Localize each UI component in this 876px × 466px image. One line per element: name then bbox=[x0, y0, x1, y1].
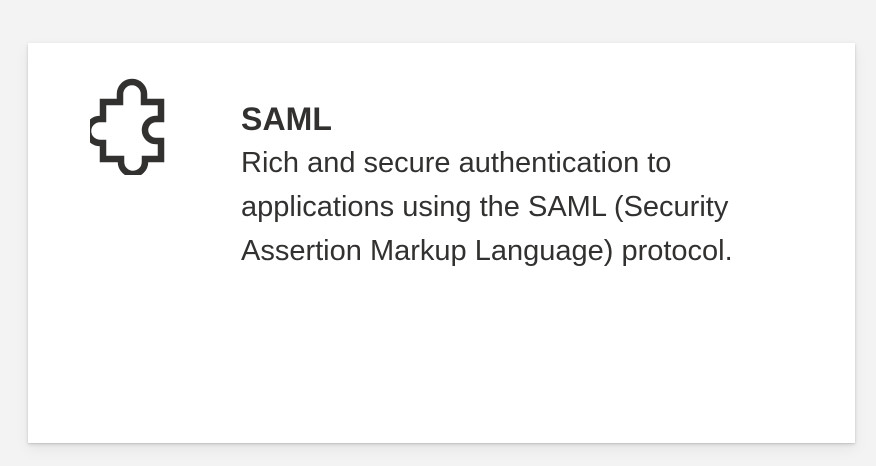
saml-option-card[interactable]: SAML Rich and secure authentication to a… bbox=[28, 43, 855, 443]
page-canvas: SAML Rich and secure authentication to a… bbox=[0, 0, 876, 466]
card-title: SAML bbox=[241, 101, 333, 137]
card-text: SAML Rich and secure authentication to a… bbox=[241, 99, 831, 273]
card-description: Rich and secure authentication to applic… bbox=[241, 147, 733, 267]
puzzle-piece-icon bbox=[90, 75, 176, 175]
